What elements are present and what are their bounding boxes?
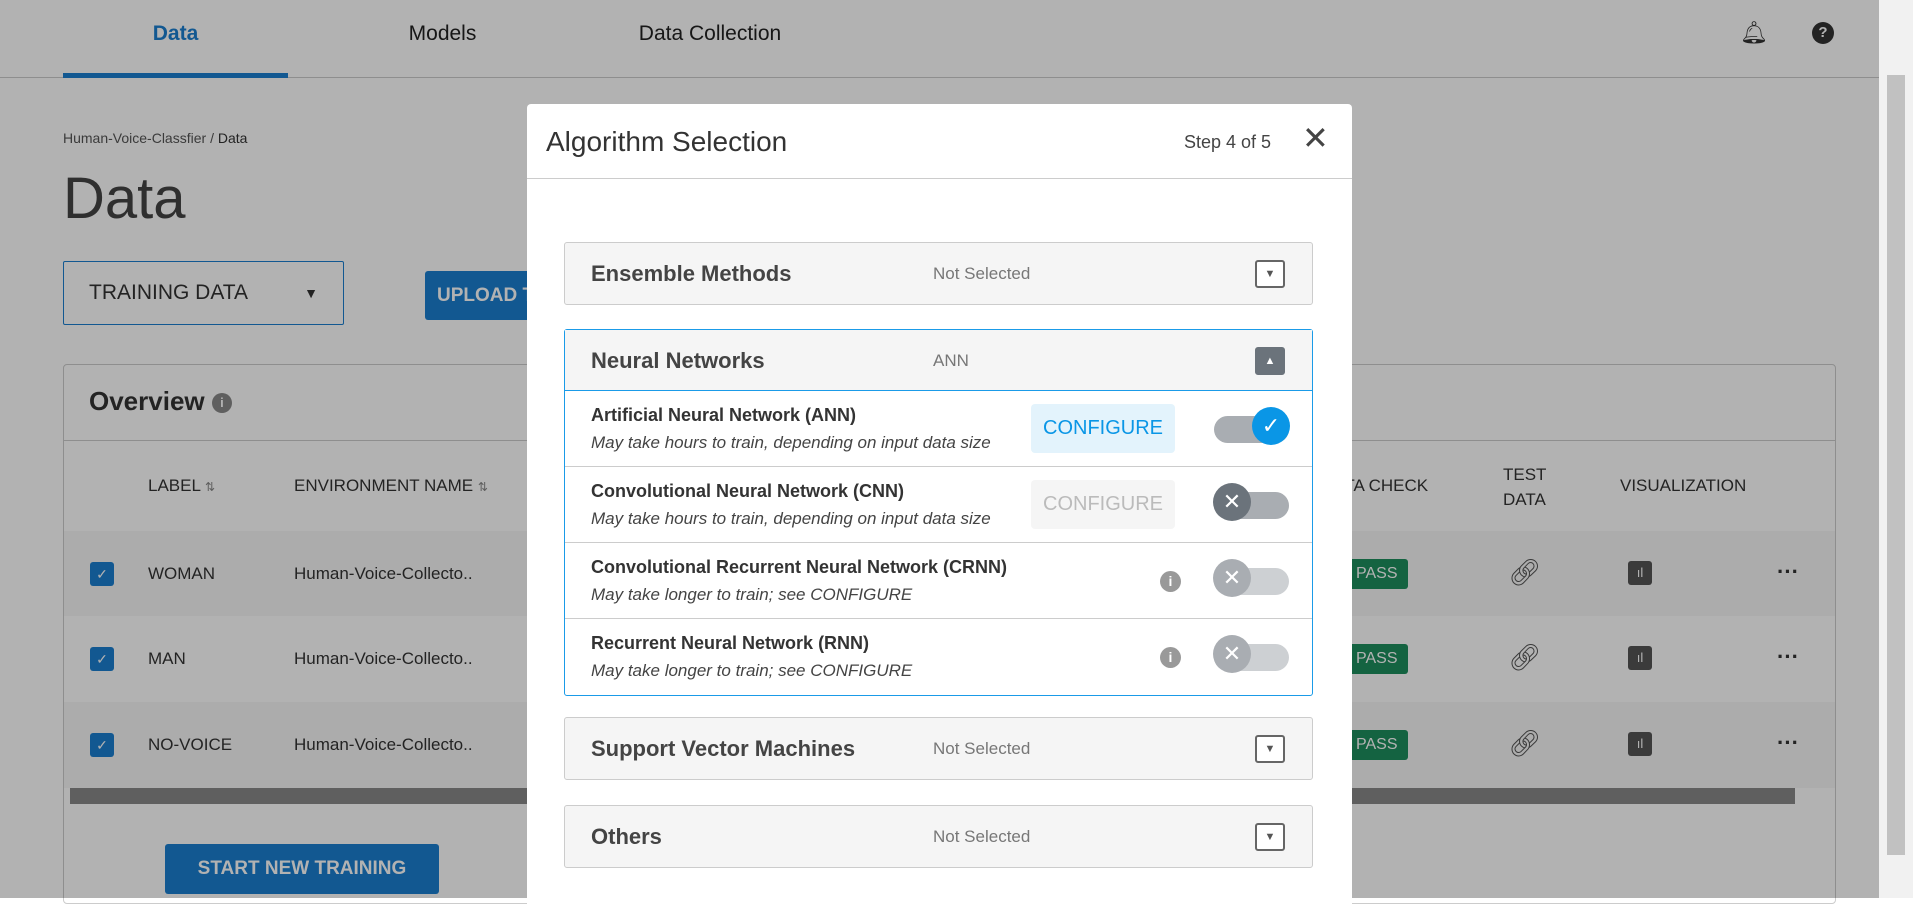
close-icon[interactable]: ✕ (1302, 122, 1329, 154)
chevron-down-icon[interactable]: ▼ (1255, 260, 1285, 288)
accordion-support-vector-machines[interactable]: Support Vector Machines Not Selected ▼ (564, 717, 1313, 780)
group-title: Others (591, 824, 662, 849)
algorithm-row-cnn: Convolutional Neural Network (CNN) May t… (565, 467, 1312, 543)
algorithm-row-crnn: Convolutional Recurrent Neural Network (… (565, 543, 1312, 619)
configure-button[interactable]: CONFIGURE (1031, 404, 1175, 453)
chevron-down-icon[interactable]: ▼ (1255, 823, 1285, 851)
algorithm-subtitle: May take longer to train; see CONFIGURE (591, 585, 913, 604)
toggle-crnn[interactable]: ✕ (1213, 559, 1289, 597)
algorithm-subtitle: May take hours to train, depending on in… (591, 433, 991, 452)
scrollbar-thumb[interactable] (1887, 75, 1905, 855)
algorithm-subtitle: May take hours to train, depending on in… (591, 509, 991, 528)
group-title: Ensemble Methods (591, 261, 792, 286)
group-title: Neural Networks (591, 348, 765, 373)
algorithm-title: Convolutional Recurrent Neural Network (… (591, 557, 1008, 577)
algorithm-subtitle: May take longer to train; see CONFIGURE (591, 661, 913, 680)
x-icon: ✕ (1213, 483, 1251, 521)
accordion-ensemble-methods[interactable]: Ensemble Methods Not Selected ▼ (564, 242, 1313, 305)
chevron-up-icon[interactable]: ▲ (1255, 347, 1285, 375)
group-status: Not Selected (933, 739, 1031, 758)
accordion-neural-networks: Neural Networks ANN ▲ Artificial Neural Ne… (564, 329, 1313, 696)
accordion-others[interactable]: Others Not Selected ▼ (564, 805, 1313, 868)
info-icon[interactable]: i (1160, 647, 1181, 668)
modal-title: Algorithm Selection (546, 126, 788, 157)
toggle-ann[interactable]: ✓ (1214, 407, 1290, 445)
check-icon: ✓ (1252, 407, 1290, 445)
accordion-header[interactable]: Neural Networks ANN ▲ (565, 330, 1312, 391)
step-indicator: Step 4 of 5 (1184, 132, 1272, 152)
algorithm-row-ann: Artificial Neural Network (ANN) May take… (565, 391, 1312, 467)
algorithm-title: Convolutional Neural Network (CNN) (591, 481, 905, 501)
info-icon[interactable]: i (1160, 571, 1181, 592)
toggle-cnn[interactable]: ✕ (1213, 483, 1289, 521)
group-status: Not Selected (933, 264, 1031, 283)
configure-button[interactable]: CONFIGURE (1031, 480, 1175, 529)
algorithm-selection-modal: Algorithm Selection Step 4 of 5 ✕ Ensemb… (527, 104, 1352, 904)
chevron-down-icon[interactable]: ▼ (1255, 735, 1285, 763)
group-title: Support Vector Machines (591, 736, 856, 761)
algorithm-title: Recurrent Neural Network (RNN) (591, 633, 870, 653)
x-icon: ✕ (1213, 635, 1251, 673)
group-status: ANN (933, 351, 969, 370)
algorithm-title: Artificial Neural Network (ANN) (591, 405, 857, 425)
group-status: Not Selected (933, 827, 1031, 846)
toggle-rnn[interactable]: ✕ (1213, 635, 1289, 673)
modal-header: Algorithm Selection Step 4 of 5 ✕ (527, 104, 1352, 179)
x-icon: ✕ (1213, 559, 1251, 597)
algorithm-row-rnn: Recurrent Neural Network (RNN) May take … (565, 619, 1312, 695)
